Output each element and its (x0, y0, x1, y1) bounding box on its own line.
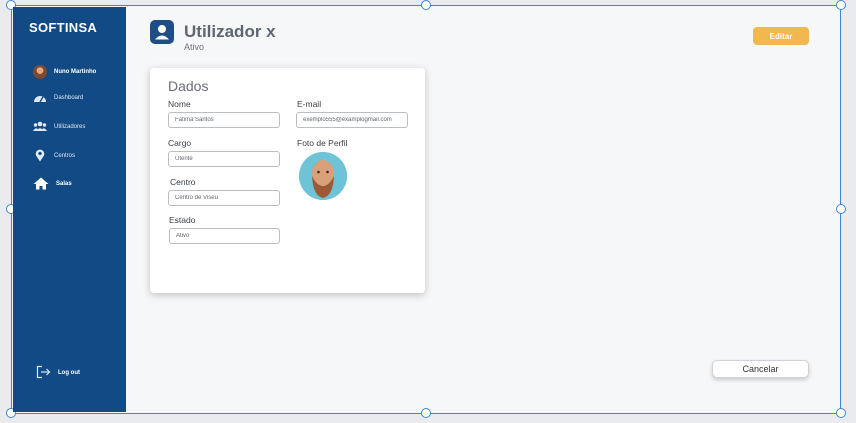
user-data-card: Dados Nome E-mail Cargo Foto de Perfil C… (150, 68, 425, 293)
sidebar-item-label: Salas (56, 180, 72, 187)
resize-handle-bottom-right[interactable] (836, 408, 846, 418)
user-profile-icon (150, 20, 174, 44)
sidebar-item-utilizadores[interactable]: Utilizadores (33, 121, 85, 132)
estado-label: Estado (169, 215, 196, 225)
email-input[interactable] (296, 112, 408, 128)
edit-button[interactable]: Editar (753, 27, 809, 45)
sidebar-item-dashboard[interactable]: Dashboard (33, 92, 83, 104)
cancel-button[interactable]: Cancelar (712, 360, 809, 378)
cargo-label: Cargo (168, 138, 192, 148)
sidebar-user[interactable]: Nuno Martinho (33, 65, 96, 79)
users-icon (33, 121, 47, 132)
resize-handle-top[interactable] (421, 0, 431, 10)
sidebar-item-centros[interactable]: Centros (33, 149, 75, 162)
logout-button[interactable]: Log out (36, 365, 80, 381)
nome-label: Nome (168, 99, 191, 109)
resize-handle-bottom[interactable] (421, 408, 431, 418)
resize-handle-right[interactable] (836, 204, 846, 214)
user-name: Nuno Martinho (54, 69, 97, 75)
profile-photo[interactable] (299, 152, 347, 200)
home-icon (33, 177, 49, 190)
centro-input[interactable] (168, 190, 280, 206)
estado-input[interactable] (169, 228, 280, 244)
sidebar-item-label: Centros (54, 152, 76, 159)
sidebar-item-label: Dashboard (54, 95, 84, 101)
logout-label: Log out (58, 370, 80, 376)
card-title: Dados (168, 78, 209, 94)
sidebar: SOFTINSA Nuno Martinho Dashboard Utiliza… (13, 7, 126, 412)
cargo-input[interactable] (168, 151, 280, 167)
selection-frame (11, 5, 841, 414)
sidebar-item-label: Utilizadores (54, 123, 86, 130)
logout-icon (36, 365, 51, 381)
resize-handle-top-right[interactable] (836, 0, 846, 10)
avatar (33, 65, 47, 79)
brand-logo: SOFTINSA (29, 20, 98, 35)
nome-input[interactable] (168, 112, 280, 128)
sidebar-item-salas[interactable]: Salas (33, 177, 72, 190)
foto-label: Foto de Perfil (297, 138, 348, 148)
map-pin-icon (33, 149, 47, 162)
centro-label: Centro (170, 177, 196, 187)
email-label: E-mail (297, 99, 322, 109)
page-title: Utilizador x (184, 22, 276, 41)
status-text: Ativo (184, 42, 205, 52)
dashboard-icon (33, 92, 47, 104)
